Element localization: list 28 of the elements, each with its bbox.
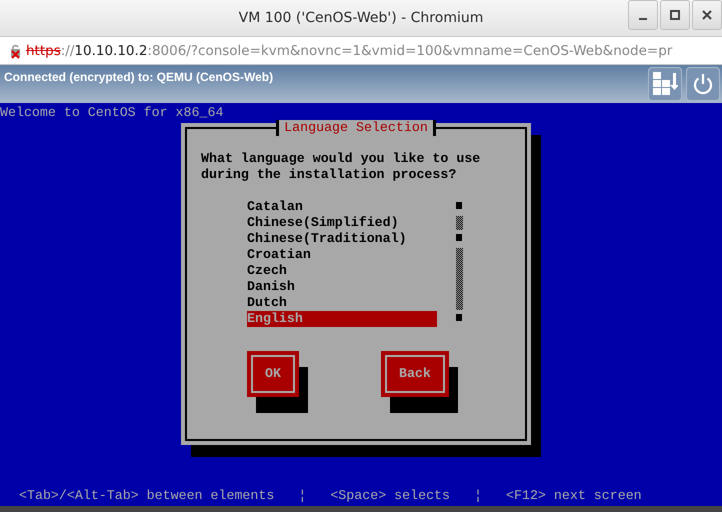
- close-button[interactable]: [692, 0, 722, 30]
- prompt-text: What language would you like to use during the installation process?: [201, 151, 482, 183]
- key-hint: <Space> selects: [330, 488, 450, 504]
- key-hint: <F12> next screen: [506, 488, 642, 504]
- minimize-icon: [639, 18, 647, 20]
- language-option[interactable]: Danish: [247, 279, 437, 295]
- blocks-arrow-icon: [652, 71, 678, 97]
- power-button[interactable]: [686, 67, 720, 101]
- power-icon: [691, 72, 715, 96]
- key-hint: <Tab>/<Alt-Tab> between elements: [19, 488, 274, 504]
- window-title: VM 100 ('CenOS-Web') - Chromium: [238, 10, 484, 26]
- send-keys-button[interactable]: [648, 67, 682, 101]
- key-hint: ¦: [474, 488, 482, 504]
- connection-status: Connected (encrypted) to: QEMU (CenOS-Web): [4, 70, 274, 86]
- close-icon: [702, 10, 712, 20]
- language-option[interactable]: Dutch: [247, 295, 437, 311]
- language-option[interactable]: Croatian: [247, 247, 437, 263]
- language-option[interactable]: Czech: [247, 263, 437, 279]
- key-hint: ¦: [298, 488, 306, 504]
- dialog-title: Language Selection: [276, 120, 436, 136]
- welcome-text: Welcome to CentOS for x86_64: [0, 105, 224, 121]
- language-option[interactable]: Chinese(Simplified): [247, 215, 437, 231]
- address-bar[interactable]: https://10.10.10.2:8006/?console=kvm&novnc=1&vmid=100&vmname=CenOS-Web&node=pr: [0, 37, 722, 65]
- maximize-icon: [670, 10, 680, 20]
- maximize-button[interactable]: [660, 0, 690, 30]
- language-option[interactable]: Chinese(Traditional): [247, 231, 437, 247]
- url-text: https://10.10.10.2:8006/?console=kvm&novnc=1&vmid=100&vmname=CenOS-Web&node=pr: [26, 42, 672, 58]
- language-option[interactable]: Catalan: [247, 199, 437, 215]
